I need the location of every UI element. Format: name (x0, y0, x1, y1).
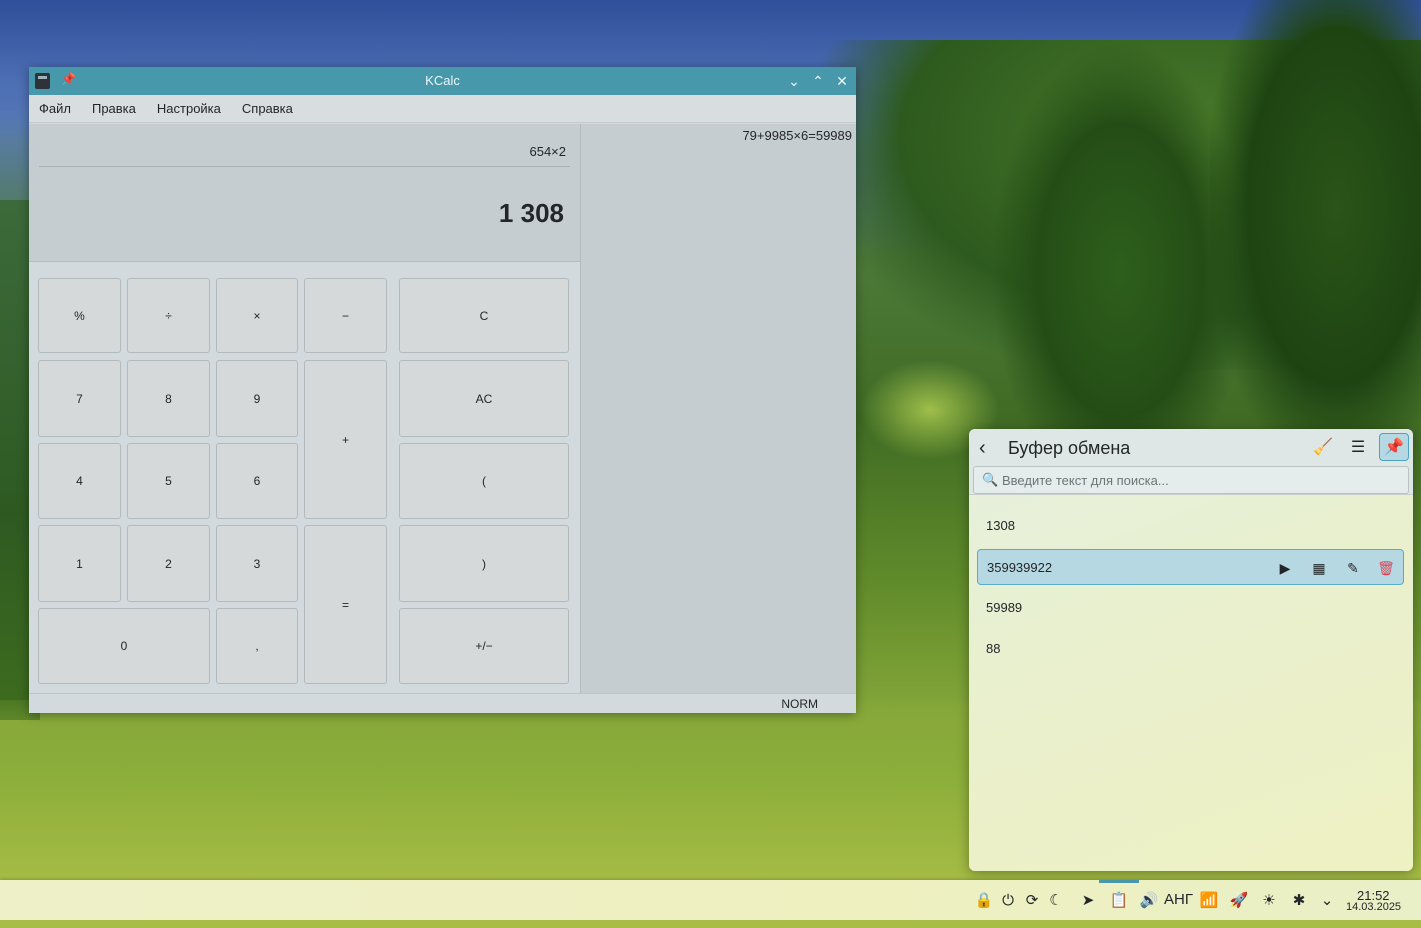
clipboard-item-text: 59989 (986, 600, 1023, 615)
wifi-icon[interactable]: 📶 (1199, 890, 1219, 910)
invoke-action-icon[interactable]: ▶ (1274, 557, 1296, 579)
edit-icon[interactable]: ✎ (1342, 557, 1364, 579)
pin-popup-icon[interactable]: 📌 (1379, 433, 1409, 461)
key-3[interactable]: 3 (216, 525, 298, 602)
clipboard-item-selected[interactable]: 359939922 ▶ ▦ ✎ 🗑 (977, 549, 1404, 585)
wallpaper-hill (820, 40, 1421, 370)
clipboard-icon[interactable]: 📋 (1109, 890, 1129, 910)
result: 1 308 (498, 198, 564, 228)
expand-tray-icon[interactable]: ⌄ (1317, 890, 1337, 910)
key-paren-open[interactable]: ( (399, 443, 569, 519)
back-arrow-icon[interactable]: ‹ (979, 437, 986, 460)
wallpaper-tree-right (1210, 0, 1421, 460)
search-input[interactable] (1002, 471, 1402, 489)
clipboard-header: ‹ Буфер обмена 🧹 ☰ 📌 🔍 (969, 429, 1413, 495)
clipboard-item-text: 88 (986, 641, 1001, 656)
qr-code-icon[interactable]: ▦ (1308, 557, 1330, 579)
history-panel: 79+9985×6=59989 (580, 124, 856, 693)
update-icon[interactable]: ⟳ (1022, 890, 1042, 910)
key-multiply[interactable]: × (216, 278, 298, 353)
key-1[interactable]: 1 (38, 525, 121, 602)
history-entry: 79+9985×6=59989 (742, 128, 852, 143)
maximize-button[interactable]: ⌃ (808, 71, 828, 91)
angle-mode: NORM (781, 697, 818, 711)
close-button[interactable]: ✕ (832, 71, 852, 91)
menubar: Файл Правка Настройка Справка (29, 95, 856, 123)
key-2[interactable]: 2 (127, 525, 210, 602)
key-4[interactable]: 4 (38, 443, 121, 519)
menu-help[interactable]: Справка (242, 101, 293, 116)
key-sign[interactable]: +/− (399, 608, 569, 684)
key-9[interactable]: 9 (216, 360, 298, 437)
menu-file[interactable]: Файл (39, 101, 71, 116)
menu-edit[interactable]: Правка (92, 101, 136, 116)
calc-display: 654×2 1 308 (29, 124, 580, 262)
key-plus[interactable]: + (304, 360, 387, 519)
clipboard-item-text: 1308 (986, 518, 1015, 533)
clock-date[interactable]: 14.03.2025 (1346, 901, 1401, 913)
key-decimal[interactable]: , (216, 608, 298, 684)
key-7[interactable]: 7 (38, 360, 121, 437)
keypad: % ÷ × − C 7 8 9 + AC 4 5 6 ( 1 2 3 = ) 0… (29, 262, 580, 693)
key-minus[interactable]: − (304, 278, 387, 353)
key-all-clear[interactable]: AC (399, 360, 569, 437)
wallpaper-bottom-strip (0, 920, 1421, 928)
key-divide[interactable]: ÷ (127, 278, 210, 353)
rocket-icon[interactable]: 🚀 (1229, 890, 1249, 910)
statusbar: NORM (29, 693, 856, 713)
search-field[interactable]: 🔍 (973, 466, 1409, 494)
delete-icon[interactable]: 🗑 (1375, 557, 1397, 579)
search-icon: 🔍 (982, 472, 999, 487)
clipboard-title: Буфер обмена (1008, 438, 1131, 458)
clipboard-item[interactable]: 1308 (977, 508, 1404, 544)
clipboard-item[interactable]: 59989 (977, 590, 1404, 626)
volume-icon[interactable]: 🔊 (1139, 890, 1159, 910)
key-clear[interactable]: C (399, 278, 569, 353)
clipboard-item[interactable]: 88 (977, 631, 1404, 667)
key-0[interactable]: 0 (38, 608, 210, 684)
key-paren-close[interactable]: ) (399, 525, 569, 602)
active-indicator (1099, 880, 1139, 883)
window-title: KCalc (425, 73, 460, 88)
brightness-icon[interactable]: ☀ (1259, 890, 1279, 910)
key-8[interactable]: 8 (127, 360, 210, 437)
minimize-button[interactable]: ⌄ (784, 71, 804, 91)
telegram-icon[interactable]: ➤ (1078, 890, 1098, 910)
expression: 654×2 (529, 144, 566, 159)
clipboard-item-text: 359939922 (987, 560, 1053, 575)
configure-icon[interactable]: ☰ (1343, 433, 1373, 461)
titlebar[interactable]: 📌 KCalc ⌄ ⌃ ✕ (29, 67, 856, 95)
wallpaper-tree (990, 40, 1250, 460)
taskbar: 🔒 ⏻ ⟳ ☾ ➤ 📋 🔊 АНГ 📶 🚀 ☀ ✱ ⌄ 21:52 14.03.… (0, 880, 1421, 920)
lock-icon[interactable]: 🔒 (974, 890, 994, 910)
bluetooth-icon[interactable]: ✱ (1289, 890, 1309, 910)
keyboard-layout[interactable]: АНГ (1164, 891, 1193, 908)
display-divider (39, 166, 570, 167)
key-6[interactable]: 6 (216, 443, 298, 519)
menu-settings[interactable]: Настройка (157, 101, 221, 116)
kcalc-window: 📌 KCalc ⌄ ⌃ ✕ Файл Правка Настройка Спра… (29, 67, 856, 713)
key-5[interactable]: 5 (127, 443, 210, 519)
night-mode-icon[interactable]: ☾ (1046, 890, 1066, 910)
clear-history-icon[interactable]: 🧹 (1308, 433, 1338, 461)
clipboard-popup: ‹ Буфер обмена 🧹 ☰ 📌 🔍 1308 359939922 ▶ … (969, 429, 1413, 871)
key-percent[interactable]: % (38, 278, 121, 353)
power-icon[interactable]: ⏻ (998, 890, 1018, 910)
key-equals[interactable]: = (304, 525, 387, 684)
